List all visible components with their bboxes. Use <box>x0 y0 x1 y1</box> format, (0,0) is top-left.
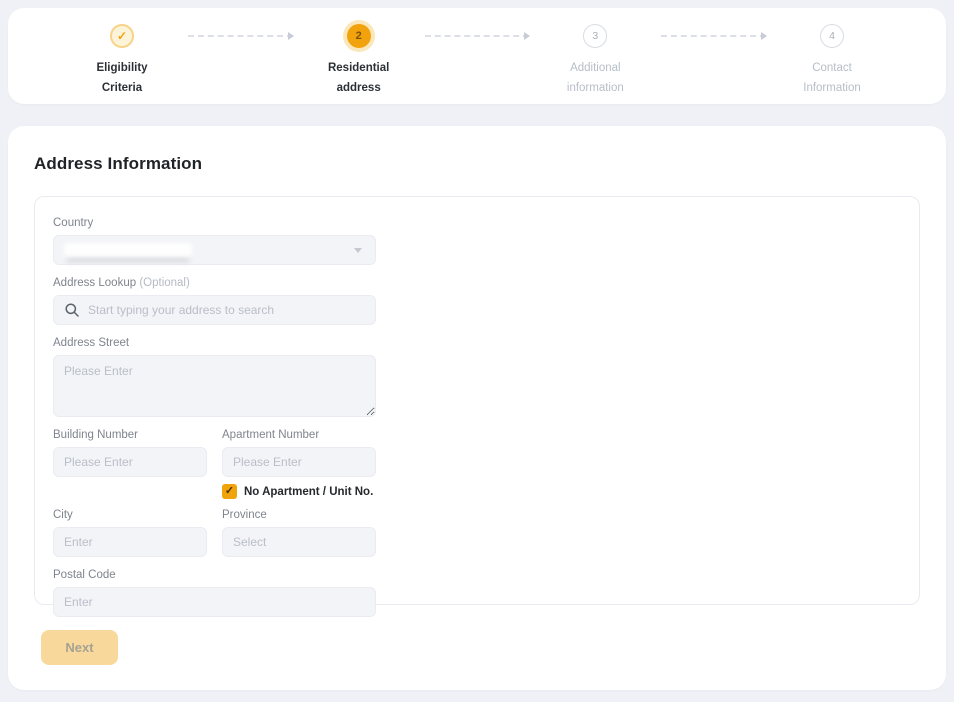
step-connector-arrow <box>425 35 530 37</box>
step-connector-arrow <box>661 35 766 37</box>
postal-code-input[interactable] <box>53 587 376 617</box>
step-number-badge: 2 <box>347 24 371 48</box>
page-title: Address Information <box>34 154 920 174</box>
city-field-group: City <box>53 509 207 557</box>
province-label: Province <box>222 509 376 521</box>
step-connector-arrow <box>188 35 293 37</box>
address-street-label: Address Street <box>53 337 376 349</box>
step-label: Eligibility Criteria <box>96 58 147 98</box>
caret-down-icon <box>354 248 362 253</box>
province-field-group: Province <box>222 509 376 557</box>
apartment-number-label: Apartment Number <box>222 429 376 441</box>
country-label: Country <box>53 217 376 229</box>
country-select[interactable] <box>53 235 376 265</box>
building-number-field-group: Building Number <box>53 429 207 509</box>
step-label: Additional information <box>567 58 624 98</box>
building-number-label: Building Number <box>53 429 207 441</box>
apartment-number-input[interactable] <box>222 447 376 477</box>
building-apartment-row: Building Number Apartment Number ✓ No Ap… <box>53 429 376 509</box>
address-lookup-field-group: Address Lookup (Optional) <box>53 277 376 325</box>
building-number-input[interactable] <box>53 447 207 477</box>
check-icon: ✓ <box>110 24 134 48</box>
step-additional-information[interactable]: 3 Additional information <box>529 24 661 98</box>
postal-code-field-group: Postal Code <box>53 569 376 617</box>
step-number-badge: 4 <box>820 24 844 48</box>
no-apartment-checkbox-label[interactable]: No Apartment / Unit No. <box>244 486 373 498</box>
country-field-group: Country <box>53 217 376 265</box>
address-street-textarea[interactable] <box>53 355 376 417</box>
stepper: ✓ Eligibility Criteria 2 Residential add… <box>56 24 898 98</box>
address-lookup-label: Address Lookup (Optional) <box>53 277 376 289</box>
city-province-row: City Province <box>53 509 376 557</box>
no-apartment-checkbox-row: ✓ No Apartment / Unit No. <box>222 484 376 499</box>
province-select[interactable] <box>222 527 376 557</box>
step-label: Residential address <box>328 58 389 98</box>
step-label: Contact Information <box>803 58 861 98</box>
next-button[interactable]: Next <box>41 630 118 665</box>
address-lookup-input[interactable] <box>53 295 376 325</box>
city-input[interactable] <box>53 527 207 557</box>
step-number-badge: 3 <box>583 24 607 48</box>
address-form-panel: Country Address Lookup (Optional) Add <box>34 196 920 605</box>
optional-tag: (Optional) <box>139 277 190 289</box>
search-icon <box>64 302 80 318</box>
apartment-number-field-group: Apartment Number ✓ No Apartment / Unit N… <box>222 429 376 509</box>
address-street-field-group: Address Street <box>53 337 376 417</box>
step-contact-information[interactable]: 4 Contact Information <box>766 24 898 98</box>
no-apartment-checkbox[interactable]: ✓ <box>222 484 237 499</box>
country-redacted-value <box>64 243 192 258</box>
step-residential-address[interactable]: 2 Residential address <box>293 24 425 98</box>
step-eligibility-criteria[interactable]: ✓ Eligibility Criteria <box>56 24 188 98</box>
stepper-card: ✓ Eligibility Criteria 2 Residential add… <box>8 8 946 104</box>
address-information-card: Address Information Country Address Look… <box>8 126 946 690</box>
postal-code-label: Postal Code <box>53 569 376 581</box>
city-label: City <box>53 509 207 521</box>
